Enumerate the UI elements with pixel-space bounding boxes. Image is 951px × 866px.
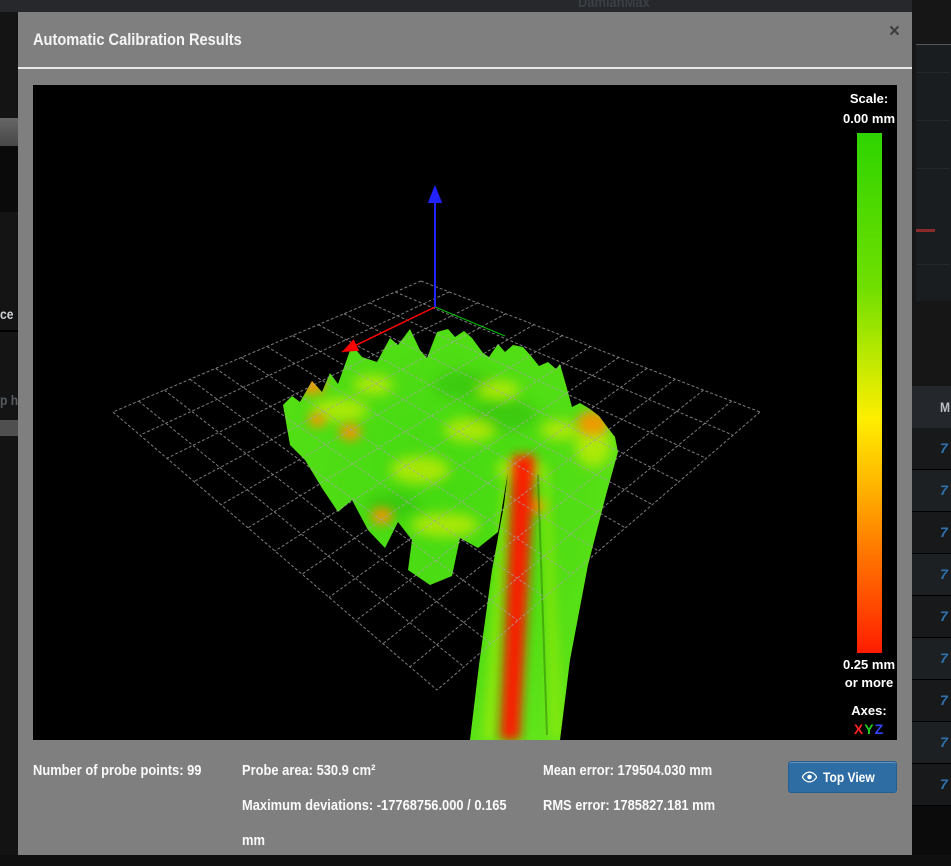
background-table-row: 7 — [912, 512, 951, 554]
background-top-bar: DamianMax — [0, 0, 951, 12]
calibration-results-dialog: Automatic Calibration Results × Scale: 0… — [18, 12, 912, 855]
background-table-row: 7 — [912, 428, 951, 470]
dialog-title: Automatic Calibration Results — [33, 30, 242, 50]
scale-max-label: 0.25 mm — [831, 657, 897, 672]
background-left-text-fragment: ce — [0, 306, 13, 322]
background-right-panel — [916, 44, 951, 301]
scale-label: Scale: — [839, 91, 897, 106]
background-table-row: 7 — [912, 680, 951, 722]
background-table-row: 7 — [912, 470, 951, 512]
scale-max-label-2: or more — [831, 675, 897, 690]
scale-min-label: 0.00 mm — [831, 111, 897, 126]
dialog-body: Scale: 0.00 mm 0.25 mm or more Axes: XYZ — [18, 69, 912, 740]
background-left-strip: ce p hi — [0, 12, 18, 855]
axis-key-z: Z — [875, 721, 885, 737]
stat-probe-points: Number of probe points: 99 — [33, 761, 242, 866]
calibration-stats: Number of probe points: 99 Probe area: 5… — [33, 761, 897, 866]
top-view-button-label: Top View — [823, 769, 875, 785]
axis-key-x: X — [854, 721, 864, 737]
background-table-row: 7 — [912, 554, 951, 596]
background-table-row: 7 — [912, 638, 951, 680]
stat-errors: Mean error: 179504.030 mmRMS error: 1785… — [543, 761, 788, 866]
background-left-text-fragment-2: p hi — [0, 392, 18, 408]
axes-key-label: Axes: — [831, 703, 897, 718]
background-right-strip: M 777777777 — [912, 0, 951, 855]
dialog-header: Automatic Calibration Results × — [18, 12, 912, 69]
axes-key-xyz: XYZ — [831, 721, 897, 737]
background-app-title: DamianMax — [578, 0, 650, 11]
heightmap-render — [33, 85, 897, 740]
background-red-indicator — [916, 229, 935, 232]
top-view-button[interactable]: Top View — [788, 761, 897, 793]
background-table-row: 7 — [912, 764, 951, 806]
background-table-row: 7 — [912, 596, 951, 638]
stat-probe-area-deviations: Probe area: 530.9 cm²Maximum deviations:… — [242, 761, 543, 866]
eye-icon — [802, 771, 817, 783]
axis-key-y: Y — [864, 721, 874, 737]
heightmap-3d-canvas[interactable]: Scale: 0.00 mm 0.25 mm or more Axes: XYZ — [33, 85, 897, 740]
background-table-row: 7 — [912, 722, 951, 764]
color-scale-bar — [857, 133, 882, 653]
background-left-button-fragment — [0, 118, 18, 146]
background-table-header: M — [912, 386, 951, 428]
close-icon[interactable]: × — [889, 22, 900, 41]
